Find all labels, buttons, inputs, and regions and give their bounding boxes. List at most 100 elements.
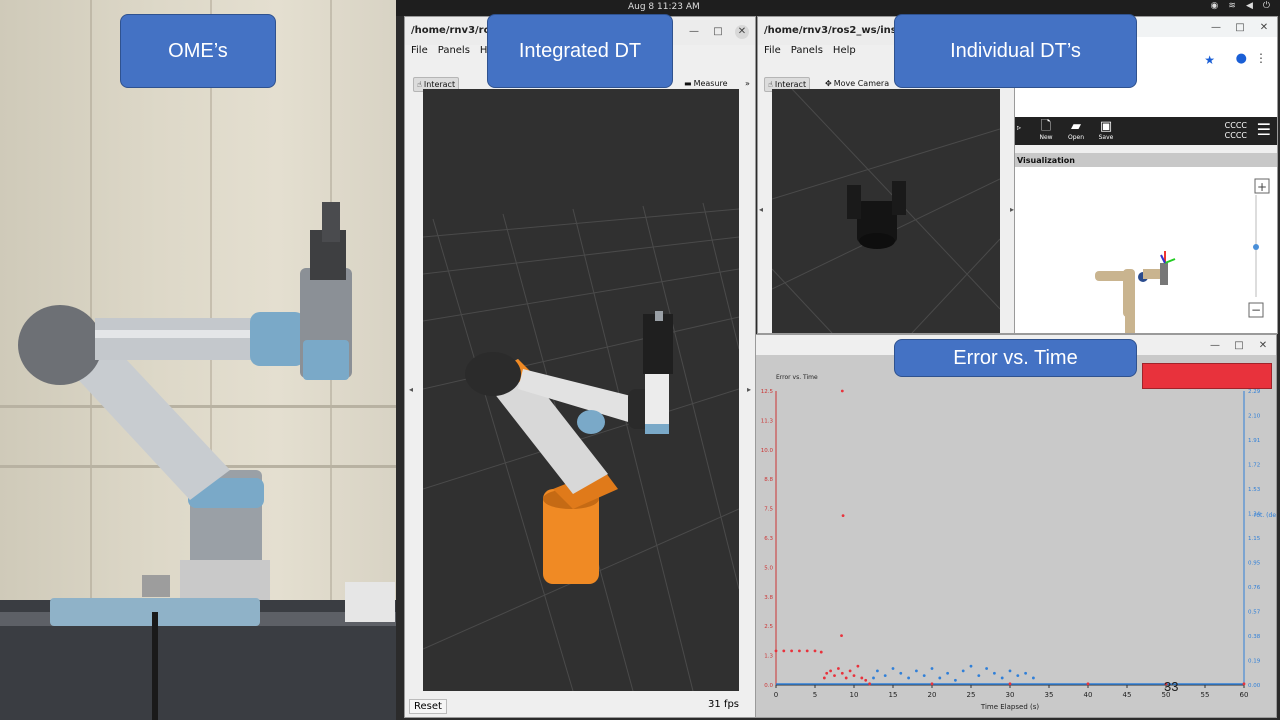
y-left-tick-label: 12.5: [761, 389, 774, 395]
data-point-series-0: [1242, 682, 1246, 686]
collapse-left-icon[interactable]: ◂: [759, 205, 763, 214]
open-button[interactable]: ▰ Open: [1065, 119, 1087, 141]
app-toolbar: ▹ 🗋 New ▰ Open ▣ Save CCCC CCCC ☰: [1015, 117, 1277, 145]
data-point-series-1: [915, 669, 918, 673]
data-point-series-1: [938, 676, 942, 680]
wifi-icon[interactable]: ≋: [1228, 1, 1236, 11]
error-plot-window: — □ ✕ Error vs. Time 0 5 10 15 20 25 30 35 40 45 50…: [755, 334, 1280, 718]
data-point-series-1: [883, 674, 887, 677]
back-icon[interactable]: ▹: [1017, 123, 1021, 132]
window-controls: — □ ✕: [1209, 21, 1271, 35]
close-button[interactable]: ✕: [735, 25, 749, 39]
zoom-out-icon: −: [1251, 303, 1261, 317]
legend-box: [1142, 363, 1272, 389]
x-tick-label: 55: [1201, 691, 1210, 699]
data-point-series-0: [864, 678, 868, 682]
status-line-2: CCCC: [1224, 131, 1247, 140]
window-controls: — □ ✕: [687, 25, 749, 39]
collapse-left-icon[interactable]: ◂: [409, 385, 413, 394]
data-point-series-0: [841, 514, 845, 518]
data-point-series-0: [819, 650, 823, 654]
menu-file[interactable]: File: [411, 45, 428, 61]
data-point-series-0: [825, 671, 829, 675]
data-point-series-0: [840, 671, 844, 675]
data-point-series-1: [891, 667, 895, 670]
3d-viewport-gripper[interactable]: [772, 89, 1000, 333]
web-robot-render: + −: [1095, 178, 1270, 335]
power-icon[interactable]: ⏻: [1263, 1, 1270, 11]
3d-viewport-integrated[interactable]: [423, 89, 739, 691]
measure-label: Measure: [693, 79, 728, 88]
data-point-series-0: [1008, 682, 1012, 686]
save-button[interactable]: ▣ Save: [1095, 119, 1117, 141]
menu-icon[interactable]: ☰: [1257, 120, 1271, 139]
visualization-header: Visualization: [1015, 153, 1277, 167]
volume-icon[interactable]: ◀: [1246, 1, 1253, 11]
new-button[interactable]: 🗋 New: [1035, 119, 1057, 141]
data-point-series-0: [860, 676, 864, 680]
folder-icon: ▰: [1071, 119, 1081, 134]
system-tray[interactable]: ◉ ≋ ◀ ⏻: [1211, 1, 1270, 11]
maximize-button[interactable]: □: [1232, 339, 1246, 353]
window-controls: — □ ✕: [1208, 339, 1270, 353]
y-right-tick-label: 0.00: [1248, 683, 1261, 689]
x-tick-label: 35: [1045, 691, 1054, 699]
data-point-series-1: [954, 678, 957, 682]
y-left-tick-label: 8.8: [764, 477, 773, 483]
close-button[interactable]: ✕: [1256, 339, 1270, 353]
fps-readout: 31 fps: [708, 699, 739, 710]
menu-help[interactable]: Help: [833, 45, 856, 61]
x-tick-label: 25: [967, 691, 976, 699]
data-point-series-1: [985, 667, 988, 670]
minimize-button[interactable]: —: [1208, 339, 1222, 353]
close-button[interactable]: ✕: [1257, 21, 1271, 35]
y-left-tick-label: 10.0: [761, 448, 774, 454]
visualization-canvas[interactable]: + −: [1015, 167, 1277, 335]
y-right-tick-label: 2.29: [1248, 389, 1261, 395]
data-point-series-1: [977, 674, 981, 677]
account-icon[interactable]: ●: [1236, 51, 1247, 66]
maximize-button[interactable]: □: [1233, 21, 1247, 35]
toolbar-overflow-icon[interactable]: »: [745, 79, 750, 88]
data-point-series-0: [868, 682, 871, 686]
data-point-series-0: [848, 669, 852, 673]
x-tick-label: 60: [1240, 691, 1249, 699]
menu-panels[interactable]: Panels: [791, 45, 823, 61]
collapse-right-icon[interactable]: ▸: [747, 385, 751, 394]
data-point-series-1: [1032, 676, 1035, 680]
data-point-series-0: [822, 676, 826, 680]
callout-integrated-dt: Integrated DT: [487, 14, 673, 88]
minimize-button[interactable]: —: [687, 25, 701, 39]
data-point-series-0: [829, 669, 832, 673]
reset-button[interactable]: Reset: [409, 699, 447, 714]
data-point-series-1: [907, 676, 910, 680]
data-point-series-0: [813, 649, 817, 653]
x-tick-label: 0: [774, 691, 778, 699]
menu-file[interactable]: File: [764, 45, 781, 61]
kebab-menu-icon[interactable]: ⋮: [1255, 51, 1267, 65]
data-point-series-1: [899, 671, 903, 675]
zoom-in-icon: +: [1257, 180, 1267, 194]
status-text: CCCC CCCC: [1225, 121, 1247, 141]
data-point-series-0: [930, 682, 934, 686]
menu-panels[interactable]: Panels: [438, 45, 470, 61]
data-point-series-0: [844, 676, 848, 680]
record-icon[interactable]: ◉: [1211, 1, 1219, 11]
new-file-icon: 🗋: [1040, 119, 1052, 134]
data-point-series-1: [1016, 674, 1020, 677]
minimize-button[interactable]: —: [1209, 21, 1223, 35]
clock[interactable]: Aug 8 11:23 AM: [628, 2, 700, 12]
new-label: New: [1039, 134, 1053, 141]
data-point-series-0: [798, 649, 801, 653]
star-icon[interactable]: ★: [1204, 53, 1215, 67]
hand-icon: ☝: [768, 80, 773, 89]
interact-label: Interact: [423, 80, 456, 89]
data-point-series-0: [856, 664, 860, 668]
plot-area: Error vs. Time 0 5 10 15 20 25 30 35 40 45 50 55 60 0.…: [756, 355, 1280, 717]
callout-ome: OME’s: [120, 14, 276, 88]
chart-title: Error vs. Time: [776, 374, 818, 381]
data-point-series-0: [833, 674, 836, 677]
zoom-slider-handle: [1253, 244, 1259, 250]
maximize-button[interactable]: □: [711, 25, 725, 39]
y-left-tick-label: 11.3: [761, 418, 774, 424]
